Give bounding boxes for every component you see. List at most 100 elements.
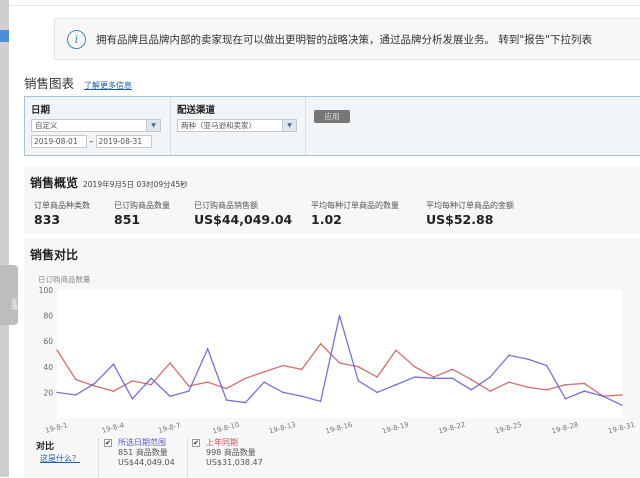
y-tick-label: 20 [43, 388, 53, 397]
x-tick-label: 19-8-31 [607, 421, 635, 436]
date-separator: – [89, 136, 94, 147]
channel-select[interactable]: 两种（亚马逊和卖家） ▼ [177, 119, 297, 132]
metric-label: 平均每种订单商品的金额 [426, 201, 514, 210]
x-tick-label: 19-8-28 [551, 421, 579, 436]
channel-label: 配送渠道 [177, 105, 216, 116]
x-tick-label: 19-8-10 [212, 421, 240, 436]
end-date-input[interactable]: 2019-08-31 [95, 135, 152, 148]
data-point [527, 358, 529, 360]
plot-area [57, 290, 622, 418]
start-date-input[interactable]: 2019-08-01 [31, 135, 87, 148]
metric: 已订购商品数量 851 [114, 200, 194, 227]
page-header: 销售图表 了解更多信息 [24, 73, 132, 92]
data-point [414, 366, 416, 368]
metric-value: US$44,049.04 [194, 212, 293, 227]
data-point [376, 391, 378, 393]
legend-title: 对比 [36, 442, 55, 452]
info-banner: i 拥有品牌且品牌内部的卖家现在可以做出更明智的战略决策，通过品牌分析发展业务。… [54, 18, 640, 60]
channel-value: 两种（亚马逊和卖家） [181, 121, 256, 130]
x-tick-label: 19-8-4 [101, 421, 126, 435]
x-tick-label: 19-8-16 [325, 421, 354, 436]
data-point [451, 377, 454, 379]
legend-previous-sales: US$31,038.47 [206, 458, 263, 467]
feedback-tab[interactable]: 反馈 [0, 265, 18, 325]
sales-overview: 销售概览 2019年9月5日 03时09分45秒 订单商品种类数 833 已订购商品… [24, 166, 640, 234]
data-point [395, 384, 397, 386]
data-point [338, 362, 341, 364]
divider [98, 438, 99, 478]
sales-comparison: 销售对比 已订购商品数量 20 40 60 80 100 19-8-1 19-8-4 19-8… [24, 238, 640, 478]
learn-more-link[interactable]: 了解更多信息 [84, 80, 132, 91]
date-range-select[interactable]: 自定义 ▼ [31, 119, 161, 132]
info-icon: i [67, 29, 86, 49]
data-point [320, 343, 322, 345]
metric-value: 851 [114, 212, 141, 227]
data-point [282, 391, 284, 393]
data-point [508, 354, 510, 356]
data-point [169, 395, 171, 397]
data-point [112, 363, 115, 365]
data-point [414, 376, 416, 378]
checkbox-checked-icon[interactable]: ✔ [104, 439, 112, 447]
data-point [508, 381, 510, 383]
date-label: 日期 [31, 105, 51, 116]
data-point [621, 404, 623, 406]
metric-label: 已订购商品销售额 [194, 201, 258, 210]
data-point [150, 384, 152, 386]
data-point [56, 349, 58, 351]
metric-label: 已订购商品数量 [114, 201, 170, 210]
x-tick-label: 19-8-25 [494, 421, 522, 436]
metric-value: 1.02 [311, 212, 342, 227]
data-point [188, 385, 190, 387]
data-point [94, 385, 96, 387]
chevron-down-icon: ▼ [282, 120, 296, 131]
metric: 平均每种订单商品的数量 1.02 [311, 200, 426, 227]
data-point [169, 362, 171, 364]
legend-current[interactable]: ✔ 所选日期范围 851 商品数量 US$44,049.04 [104, 438, 175, 468]
help-link[interactable]: 这是什么？ [40, 453, 80, 464]
data-point [75, 379, 77, 381]
data-point [451, 368, 454, 370]
data-point [621, 394, 623, 396]
x-tick-label: 19-8-22 [438, 421, 466, 436]
data-point [395, 349, 397, 351]
data-point [583, 390, 585, 392]
data-point [207, 348, 209, 350]
data-point [546, 364, 548, 367]
metric-label: 平均每种订单商品的数量 [311, 201, 399, 210]
data-point [357, 380, 359, 382]
metric-value: US$52.88 [426, 212, 494, 227]
legend-current-qty: 851 商品数量 [118, 448, 168, 457]
page-title: 销售图表 [24, 76, 75, 91]
apply-button[interactable]: 应用 [314, 110, 350, 123]
y-tick-label: 80 [43, 312, 53, 321]
data-point [470, 379, 472, 381]
data-point [433, 376, 435, 378]
date-filter: 日期 自定义 ▼ 2019-08-01 – 2019-08-31 [25, 97, 171, 155]
data-point [94, 382, 96, 385]
chart-legend: 对比 这是什么？ ✔ 所选日期范围 851 商品数量 US$44,049.04 … [24, 438, 640, 478]
data-point [357, 366, 359, 368]
filter-panel: 日期 自定义 ▼ 2019-08-01 – 2019-08-31 配送渠道 两种（… [24, 96, 640, 156]
y-tick-label: 100 [39, 286, 54, 295]
line-chart: 20 40 60 80 100 19-8-1 19-8-4 19-8-7 19-8-10 19-8… [39, 286, 636, 436]
metric: 平均每种订单商品的金额 US$52.88 [426, 200, 546, 227]
data-point [244, 377, 246, 379]
data-point [527, 386, 529, 388]
data-point [564, 384, 567, 386]
data-point [489, 376, 491, 378]
metric-label: 订单商品种类数 [34, 201, 90, 210]
legend-previous[interactable]: ✔ 上年同期 998 商品数量 US$31,038.47 [192, 438, 263, 468]
data-point [207, 381, 209, 383]
left-nav-selected[interactable] [0, 30, 9, 42]
checkbox-checked-icon[interactable]: ✔ [192, 439, 200, 447]
y-tick-label: 60 [43, 337, 53, 346]
data-point [564, 398, 567, 400]
divider [9, 5, 640, 6]
x-tick-label: 19-8-13 [268, 421, 296, 436]
chevron-down-icon: ▼ [146, 120, 160, 131]
metric: 已订购商品销售额 US$44,049.04 [194, 200, 311, 227]
channel-filter: 配送渠道 两种（亚马逊和卖家） ▼ [171, 97, 306, 155]
data-point [244, 402, 246, 404]
legend-previous-qty: 998 商品数量 [206, 448, 256, 457]
